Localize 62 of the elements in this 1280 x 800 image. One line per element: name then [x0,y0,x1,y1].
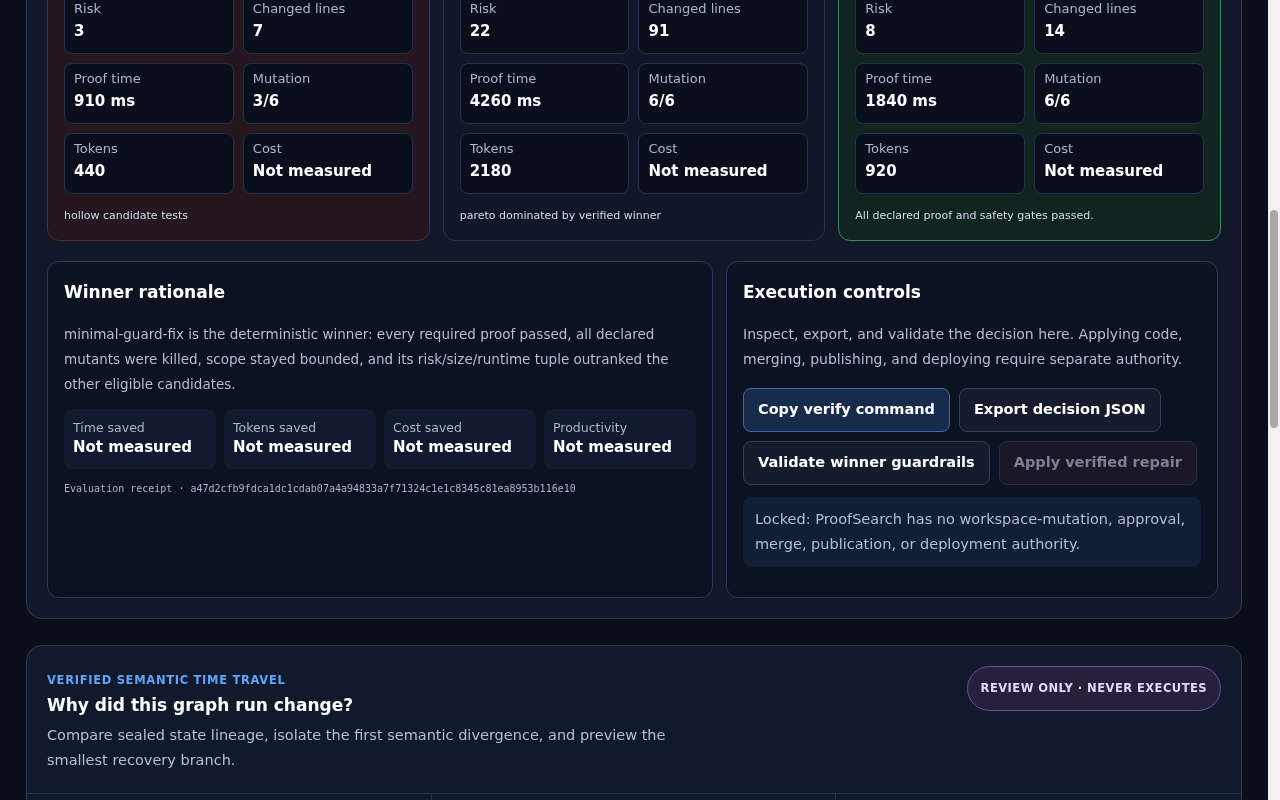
metric-value: 6/6 [1044,91,1072,112]
metric-value: 6/6 [648,91,676,112]
metric-value: 1840 ms [865,91,938,112]
metric-value: 910 ms [74,91,137,112]
metric-label: Risk [865,0,894,18]
candidate-note: All declared proof and safety gates passed. [855,208,1095,224]
panel-title: Winner rationale [64,281,227,304]
metric-label: Cost [252,140,283,158]
metric-label: Risk [74,0,102,18]
candidate-note: hollow candidate tests [64,208,189,224]
metric-label: Proof time [865,70,933,88]
controls-text: Inspect, export, and validate the decision here. Applying code, merging, publishing, and deploying require separate authority. [743,325,1184,369]
metric-value: 440 [74,161,107,182]
section-title: Why did this graph run change? [47,694,355,718]
metric-value: 7 [252,21,265,42]
evaluation-receipt: Evaluation receipt · a47d2cfb9fdca1dc1cdab07a4a94833a7f71324c1e1c8345c81ea8953b116e10 [64,482,577,496]
savings-label: Productivity [553,419,629,436]
metric-label: Proof time [469,70,538,88]
section-text: Compare sealed state lineage, isolate the first semantic divergence, and preview the smallest recovery branch. [47,726,667,771]
metric-label: Cost [648,140,679,158]
metric-label: Mutation [252,70,312,88]
metric-label: Tokens [74,140,119,158]
savings-label: Tokens saved [233,419,318,436]
metric-label: Mutation [648,70,707,88]
metric-value: 4260 ms [469,91,543,112]
metric-label: Risk [469,0,498,18]
metric-label: Tokens [865,140,911,158]
metric-label: Tokens [469,140,515,158]
metric-label: Mutation [1044,70,1103,88]
section-eyebrow: VERIFIED SEMANTIC TIME TRAVEL [47,672,287,689]
metric-value: Not measured [1044,161,1165,182]
metric-label: Proof time [74,70,142,88]
metric-label: Cost [1044,140,1075,158]
metric-value: 2180 [469,161,513,182]
review-only-badge: REVIEW ONLY · NEVER EXECUTES [966,666,1221,712]
savings-label: Time saved [73,419,146,436]
metric-value: 14 [1044,21,1067,42]
locked-note: Locked: ProofSearch has no workspace-mutation, approval, merge, publication, or deployment authority. [743,497,1201,567]
rationale-text: minimal-guard-fix is the deterministic winner: every required proof passed, all declared mutants were killed, scope stayed bounded, and its risk/size/runtime tuple outranked the other eligible candidates. [64,325,670,394]
metric-label: Changed lines [252,0,347,18]
action-button[interactable]: Copy verify command [743,388,950,432]
panel-title: Execution controls [743,281,922,304]
metric-label: Changed lines [1044,0,1138,18]
metric-value: Not measured [252,161,373,182]
savings-label: Cost saved [393,419,463,436]
metric-label: Changed lines [648,0,742,18]
savings-value: Not measured [393,437,514,458]
scrollbar[interactable] [1268,0,1280,800]
metric-value: 22 [469,21,492,42]
metric-value: 8 [865,21,877,42]
metric-value: 3 [74,21,86,42]
candidate-note: pareto dominated by verified winner [459,208,663,224]
scrollbar-thumb[interactable] [1270,210,1278,428]
action-button[interactable]: Validate winner guardrails [743,441,990,485]
savings-value: Not measured [553,437,674,458]
metric-value: 3/6 [252,91,281,112]
savings-value: Not measured [233,437,354,458]
metric-value: Not measured [648,161,769,182]
metric-value: 920 [865,161,898,182]
action-button[interactable]: Export decision JSON [958,388,1161,432]
metric-value: 91 [648,21,671,42]
savings-value: Not measured [73,437,194,458]
